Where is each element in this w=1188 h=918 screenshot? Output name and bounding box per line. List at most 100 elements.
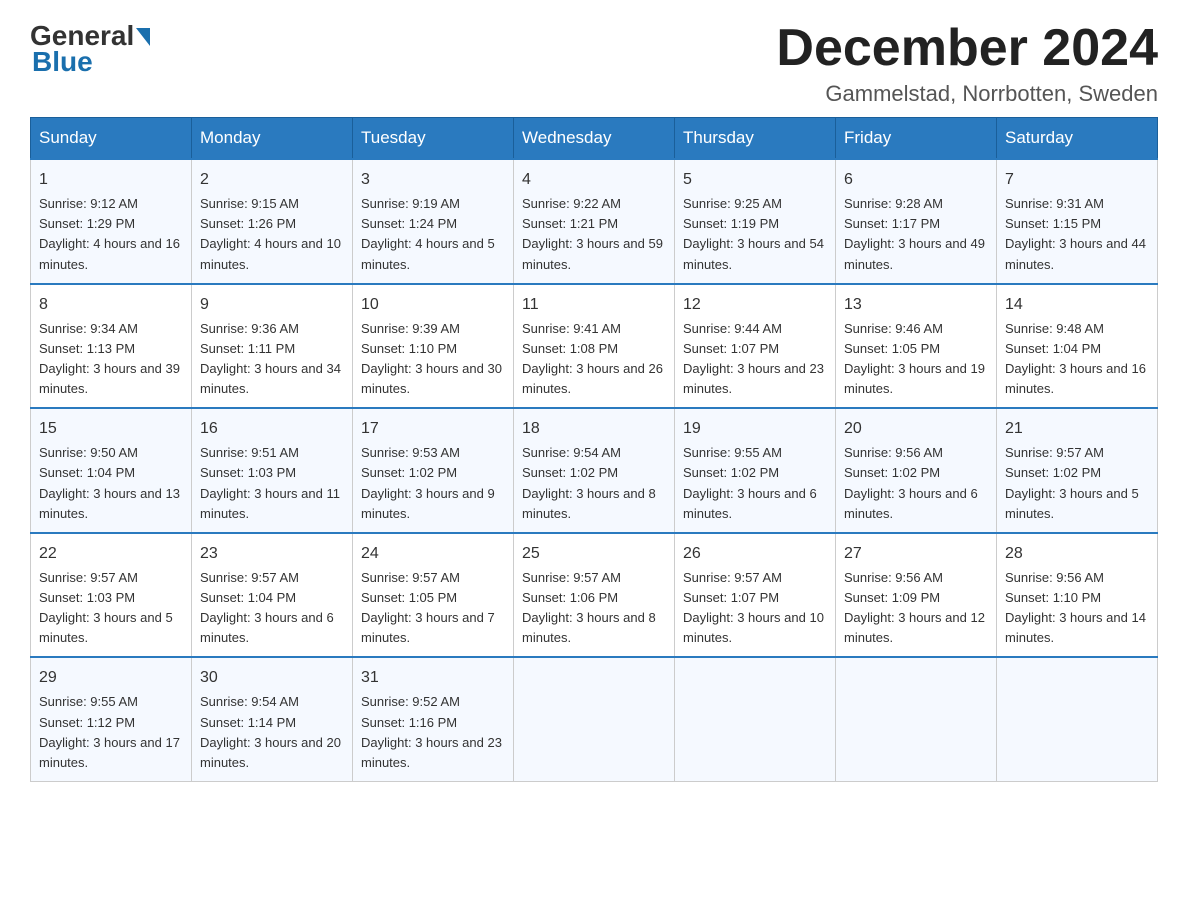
day-number: 16 <box>200 417 344 441</box>
day-number: 21 <box>1005 417 1149 441</box>
day-number: 1 <box>39 168 183 192</box>
calendar-cell <box>514 657 675 781</box>
calendar-cell: 18 Sunrise: 9:54 AMSunset: 1:02 PMDaylig… <box>514 408 675 533</box>
day-info: Sunrise: 9:57 AMSunset: 1:06 PMDaylight:… <box>522 570 656 645</box>
day-info: Sunrise: 9:44 AMSunset: 1:07 PMDaylight:… <box>683 321 824 396</box>
weekday-header-sunday: Sunday <box>31 118 192 160</box>
location-title: Gammelstad, Norrbotten, Sweden <box>776 81 1158 107</box>
calendar-cell <box>997 657 1158 781</box>
calendar-cell <box>836 657 997 781</box>
day-number: 2 <box>200 168 344 192</box>
day-info: Sunrise: 9:57 AMSunset: 1:03 PMDaylight:… <box>39 570 173 645</box>
calendar-cell: 28 Sunrise: 9:56 AMSunset: 1:10 PMDaylig… <box>997 533 1158 658</box>
logo-arrow-icon <box>136 28 150 46</box>
calendar-cell: 30 Sunrise: 9:54 AMSunset: 1:14 PMDaylig… <box>192 657 353 781</box>
day-info: Sunrise: 9:28 AMSunset: 1:17 PMDaylight:… <box>844 196 985 271</box>
day-number: 12 <box>683 293 827 317</box>
calendar-cell: 5 Sunrise: 9:25 AMSunset: 1:19 PMDayligh… <box>675 159 836 284</box>
calendar-cell: 31 Sunrise: 9:52 AMSunset: 1:16 PMDaylig… <box>353 657 514 781</box>
day-info: Sunrise: 9:25 AMSunset: 1:19 PMDaylight:… <box>683 196 824 271</box>
day-number: 17 <box>361 417 505 441</box>
page-header: General Blue December 2024 Gammelstad, N… <box>30 20 1158 107</box>
week-row-2: 8 Sunrise: 9:34 AMSunset: 1:13 PMDayligh… <box>31 284 1158 409</box>
day-info: Sunrise: 9:52 AMSunset: 1:16 PMDaylight:… <box>361 694 502 769</box>
day-info: Sunrise: 9:53 AMSunset: 1:02 PMDaylight:… <box>361 445 495 520</box>
calendar-cell: 12 Sunrise: 9:44 AMSunset: 1:07 PMDaylig… <box>675 284 836 409</box>
day-number: 4 <box>522 168 666 192</box>
logo: General Blue <box>30 20 150 78</box>
day-number: 30 <box>200 666 344 690</box>
day-number: 31 <box>361 666 505 690</box>
day-number: 25 <box>522 542 666 566</box>
week-row-4: 22 Sunrise: 9:57 AMSunset: 1:03 PMDaylig… <box>31 533 1158 658</box>
day-number: 13 <box>844 293 988 317</box>
day-number: 3 <box>361 168 505 192</box>
day-info: Sunrise: 9:57 AMSunset: 1:04 PMDaylight:… <box>200 570 334 645</box>
day-info: Sunrise: 9:34 AMSunset: 1:13 PMDaylight:… <box>39 321 180 396</box>
calendar-cell: 25 Sunrise: 9:57 AMSunset: 1:06 PMDaylig… <box>514 533 675 658</box>
day-info: Sunrise: 9:12 AMSunset: 1:29 PMDaylight:… <box>39 196 180 271</box>
day-number: 22 <box>39 542 183 566</box>
calendar-cell: 16 Sunrise: 9:51 AMSunset: 1:03 PMDaylig… <box>192 408 353 533</box>
day-number: 11 <box>522 293 666 317</box>
week-row-5: 29 Sunrise: 9:55 AMSunset: 1:12 PMDaylig… <box>31 657 1158 781</box>
day-number: 23 <box>200 542 344 566</box>
week-row-1: 1 Sunrise: 9:12 AMSunset: 1:29 PMDayligh… <box>31 159 1158 284</box>
day-info: Sunrise: 9:57 AMSunset: 1:07 PMDaylight:… <box>683 570 824 645</box>
day-info: Sunrise: 9:50 AMSunset: 1:04 PMDaylight:… <box>39 445 180 520</box>
calendar-cell: 23 Sunrise: 9:57 AMSunset: 1:04 PMDaylig… <box>192 533 353 658</box>
day-info: Sunrise: 9:22 AMSunset: 1:21 PMDaylight:… <box>522 196 663 271</box>
day-number: 8 <box>39 293 183 317</box>
calendar-cell: 14 Sunrise: 9:48 AMSunset: 1:04 PMDaylig… <box>997 284 1158 409</box>
calendar-cell: 10 Sunrise: 9:39 AMSunset: 1:10 PMDaylig… <box>353 284 514 409</box>
day-info: Sunrise: 9:54 AMSunset: 1:02 PMDaylight:… <box>522 445 656 520</box>
day-info: Sunrise: 9:46 AMSunset: 1:05 PMDaylight:… <box>844 321 985 396</box>
month-title: December 2024 <box>776 20 1158 77</box>
calendar-cell: 19 Sunrise: 9:55 AMSunset: 1:02 PMDaylig… <box>675 408 836 533</box>
calendar-cell: 21 Sunrise: 9:57 AMSunset: 1:02 PMDaylig… <box>997 408 1158 533</box>
day-number: 14 <box>1005 293 1149 317</box>
weekday-header-monday: Monday <box>192 118 353 160</box>
day-info: Sunrise: 9:41 AMSunset: 1:08 PMDaylight:… <box>522 321 663 396</box>
day-info: Sunrise: 9:39 AMSunset: 1:10 PMDaylight:… <box>361 321 502 396</box>
day-info: Sunrise: 9:57 AMSunset: 1:02 PMDaylight:… <box>1005 445 1139 520</box>
day-number: 24 <box>361 542 505 566</box>
day-number: 10 <box>361 293 505 317</box>
calendar-cell: 15 Sunrise: 9:50 AMSunset: 1:04 PMDaylig… <box>31 408 192 533</box>
calendar-cell: 27 Sunrise: 9:56 AMSunset: 1:09 PMDaylig… <box>836 533 997 658</box>
day-number: 7 <box>1005 168 1149 192</box>
weekday-header-friday: Friday <box>836 118 997 160</box>
logo-blue: Blue <box>30 46 93 78</box>
day-number: 26 <box>683 542 827 566</box>
day-number: 9 <box>200 293 344 317</box>
calendar-cell: 13 Sunrise: 9:46 AMSunset: 1:05 PMDaylig… <box>836 284 997 409</box>
calendar-table: SundayMondayTuesdayWednesdayThursdayFrid… <box>30 117 1158 782</box>
day-number: 29 <box>39 666 183 690</box>
calendar-cell: 24 Sunrise: 9:57 AMSunset: 1:05 PMDaylig… <box>353 533 514 658</box>
weekday-header-tuesday: Tuesday <box>353 118 514 160</box>
weekday-header-saturday: Saturday <box>997 118 1158 160</box>
calendar-cell: 7 Sunrise: 9:31 AMSunset: 1:15 PMDayligh… <box>997 159 1158 284</box>
calendar-cell: 1 Sunrise: 9:12 AMSunset: 1:29 PMDayligh… <box>31 159 192 284</box>
calendar-cell: 22 Sunrise: 9:57 AMSunset: 1:03 PMDaylig… <box>31 533 192 658</box>
day-number: 19 <box>683 417 827 441</box>
title-block: December 2024 Gammelstad, Norrbotten, Sw… <box>776 20 1158 107</box>
calendar-cell: 17 Sunrise: 9:53 AMSunset: 1:02 PMDaylig… <box>353 408 514 533</box>
day-info: Sunrise: 9:48 AMSunset: 1:04 PMDaylight:… <box>1005 321 1146 396</box>
day-number: 28 <box>1005 542 1149 566</box>
calendar-cell: 11 Sunrise: 9:41 AMSunset: 1:08 PMDaylig… <box>514 284 675 409</box>
day-info: Sunrise: 9:15 AMSunset: 1:26 PMDaylight:… <box>200 196 341 271</box>
calendar-cell: 20 Sunrise: 9:56 AMSunset: 1:02 PMDaylig… <box>836 408 997 533</box>
calendar-cell: 26 Sunrise: 9:57 AMSunset: 1:07 PMDaylig… <box>675 533 836 658</box>
week-row-3: 15 Sunrise: 9:50 AMSunset: 1:04 PMDaylig… <box>31 408 1158 533</box>
calendar-cell: 4 Sunrise: 9:22 AMSunset: 1:21 PMDayligh… <box>514 159 675 284</box>
weekday-header-row: SundayMondayTuesdayWednesdayThursdayFrid… <box>31 118 1158 160</box>
day-info: Sunrise: 9:36 AMSunset: 1:11 PMDaylight:… <box>200 321 341 396</box>
day-info: Sunrise: 9:55 AMSunset: 1:12 PMDaylight:… <box>39 694 180 769</box>
day-number: 6 <box>844 168 988 192</box>
day-info: Sunrise: 9:56 AMSunset: 1:02 PMDaylight:… <box>844 445 978 520</box>
calendar-cell: 2 Sunrise: 9:15 AMSunset: 1:26 PMDayligh… <box>192 159 353 284</box>
day-number: 27 <box>844 542 988 566</box>
day-info: Sunrise: 9:51 AMSunset: 1:03 PMDaylight:… <box>200 445 340 520</box>
day-info: Sunrise: 9:56 AMSunset: 1:09 PMDaylight:… <box>844 570 985 645</box>
